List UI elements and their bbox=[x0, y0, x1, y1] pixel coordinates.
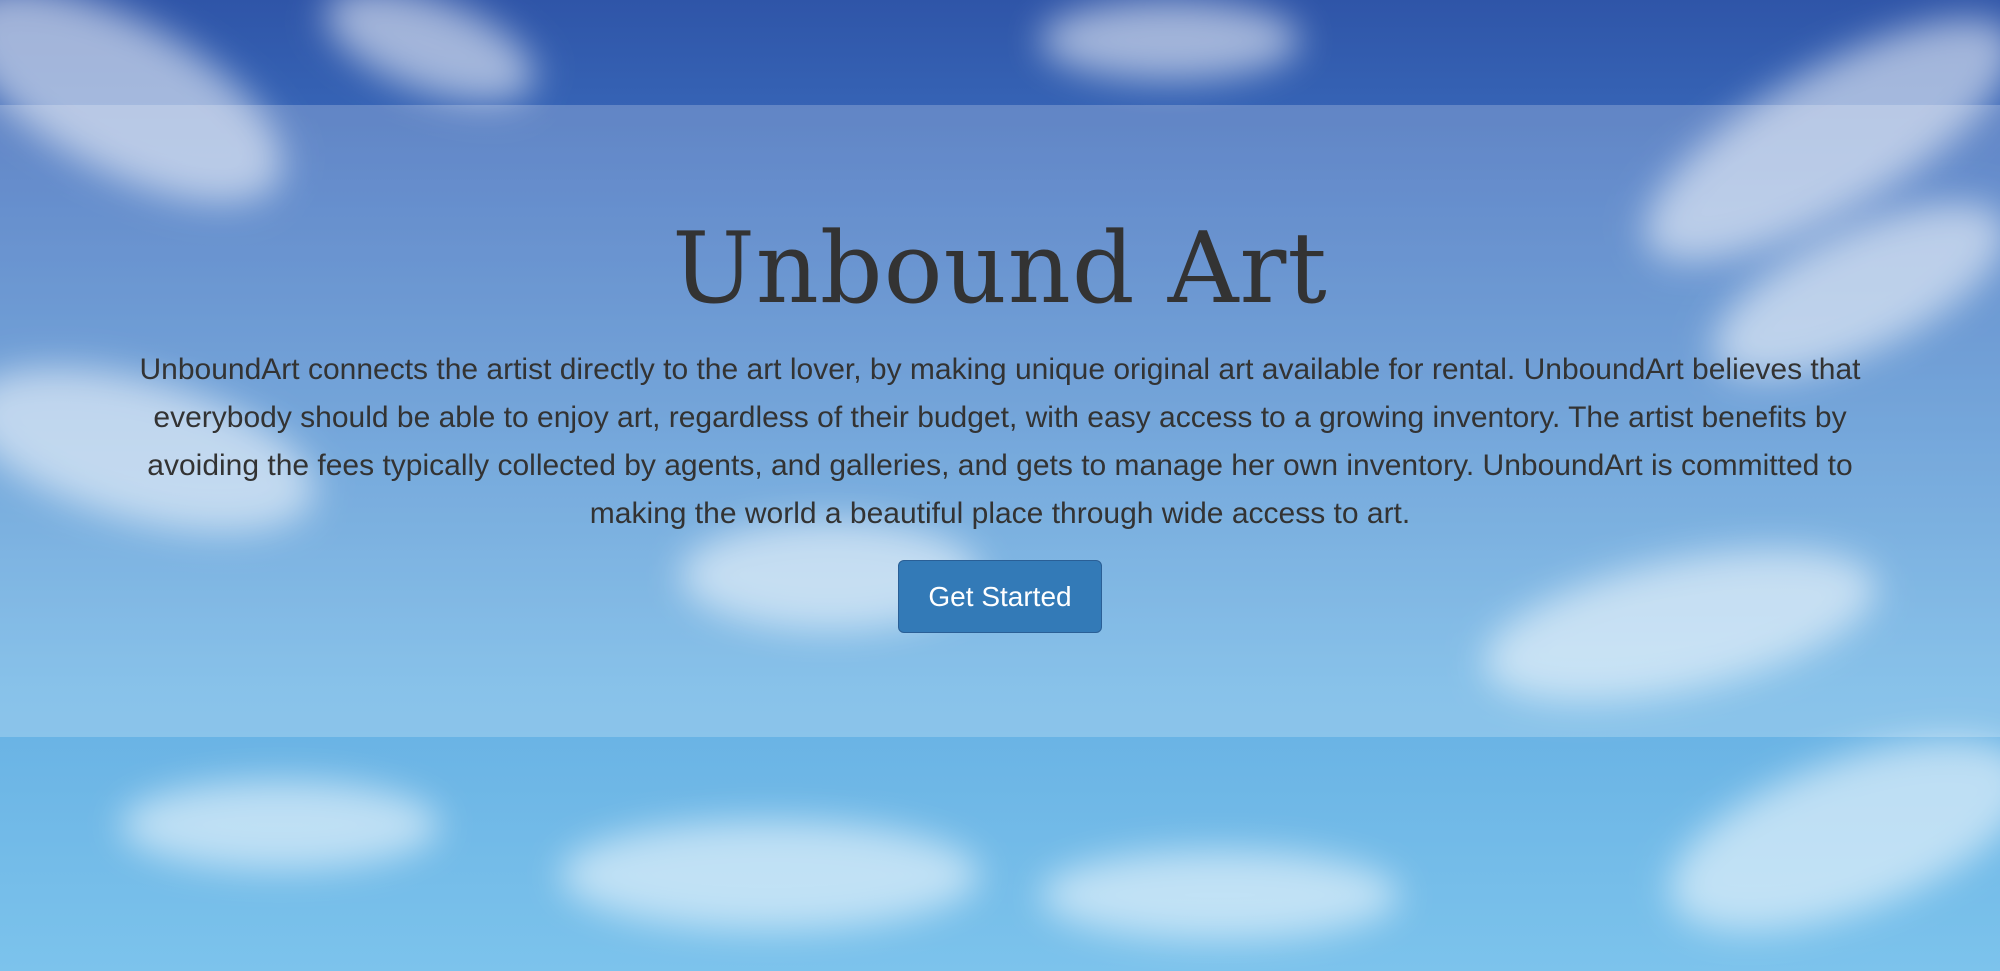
cloud bbox=[1040, 850, 1400, 940]
page-title: Unbound Art bbox=[672, 212, 1328, 326]
cloud bbox=[1645, 699, 2000, 971]
hero-description: UnboundArt connects the artist directly … bbox=[139, 353, 1861, 530]
cloud bbox=[120, 780, 440, 870]
hero-section: Unbound Art UnboundArt connects the arti… bbox=[0, 105, 2000, 737]
cloud bbox=[1040, 0, 1300, 80]
get-started-button[interactable]: Get Started bbox=[898, 560, 1102, 633]
cloud bbox=[560, 820, 980, 930]
